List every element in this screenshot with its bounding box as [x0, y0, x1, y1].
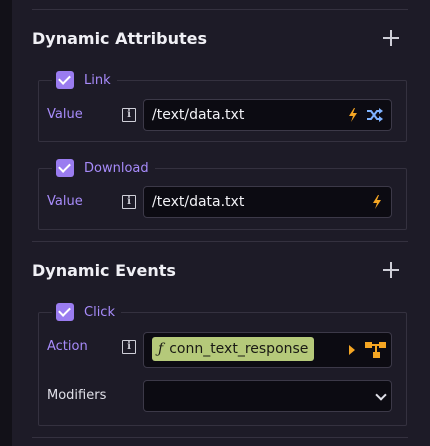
link-value-input[interactable]: /text/data.txt — [143, 99, 392, 131]
left-scroll-track — [12, 0, 20, 446]
left-edge-strip — [0, 0, 12, 446]
divider — [32, 9, 408, 10]
attribute-group-link-header: Link — [52, 69, 117, 91]
shuffle-icon[interactable] — [367, 108, 383, 122]
info-icon[interactable]: i — [122, 108, 136, 122]
section-title-dynamic-events: Dynamic Events — [32, 261, 176, 280]
plus-icon[interactable] — [382, 261, 400, 279]
info-icon[interactable]: i — [122, 195, 136, 209]
action-input[interactable]: ƒ conn_text_response — [143, 332, 392, 368]
download-label: Download — [84, 160, 149, 176]
lightning-bolt-icon[interactable] — [372, 195, 382, 209]
caret-right-icon[interactable] — [349, 345, 355, 355]
event-group-click-header: Click — [52, 301, 121, 323]
download-value-label: Value — [47, 194, 83, 209]
divider — [32, 437, 408, 438]
info-icon[interactable]: i — [122, 340, 136, 354]
download-value-input[interactable]: /text/data.txt — [143, 186, 392, 218]
download-checkbox[interactable] — [56, 159, 74, 177]
click-checkbox[interactable] — [56, 303, 74, 321]
link-value-label: Value — [47, 107, 83, 122]
chevron-down-icon[interactable] — [375, 389, 387, 401]
modifiers-select[interactable] — [143, 380, 392, 412]
plus-icon[interactable] — [382, 29, 400, 47]
function-name: conn_text_response — [169, 341, 309, 357]
function-symbol: ƒ — [158, 341, 164, 357]
link-value-text: /text/data.txt — [152, 107, 245, 123]
lightning-bolt-icon[interactable] — [348, 108, 358, 122]
click-label: Click — [84, 304, 115, 320]
attribute-group-download-header: Download — [52, 157, 155, 179]
function-chip[interactable]: ƒ conn_text_response — [152, 337, 315, 361]
divider — [32, 241, 408, 242]
modifiers-label: Modifiers — [47, 388, 107, 403]
link-label: Link — [84, 72, 111, 88]
section-title-dynamic-attributes: Dynamic Attributes — [32, 29, 208, 48]
tree-structure-icon[interactable] — [365, 341, 387, 359]
action-label: Action — [47, 339, 88, 354]
link-checkbox[interactable] — [56, 71, 74, 89]
download-value-text: /text/data.txt — [152, 194, 245, 210]
